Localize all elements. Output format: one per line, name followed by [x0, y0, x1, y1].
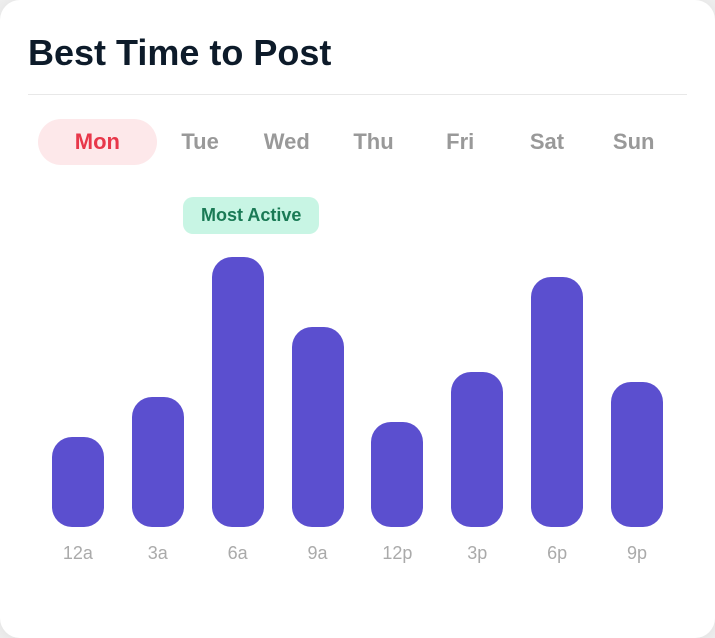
- time-label-6a: 6a: [198, 543, 278, 564]
- bar-3p: [451, 372, 503, 527]
- bar-3a: [132, 397, 184, 527]
- day-item-sat[interactable]: Sat: [504, 129, 591, 155]
- bar-group-6p: [517, 277, 597, 527]
- bar-6p: [531, 277, 583, 527]
- day-item-tue[interactable]: Tue: [157, 129, 244, 155]
- bar-group-3p: [437, 372, 517, 527]
- bar-group-12a: [38, 437, 118, 527]
- bar-9a: [292, 327, 344, 527]
- bar-9p: [611, 382, 663, 527]
- day-item-fri[interactable]: Fri: [417, 129, 504, 155]
- card: Best Time to Post MonTueWedThuFriSatSun …: [0, 0, 715, 638]
- time-labels: 12a3a6a9a12p3p6p9p: [28, 527, 687, 564]
- bar-group-3a: [118, 397, 198, 527]
- bar-group-9a: [278, 327, 358, 527]
- bar-group-12p: [358, 422, 438, 527]
- day-item-mon[interactable]: Mon: [38, 119, 157, 165]
- time-label-9a: 9a: [278, 543, 358, 564]
- time-label-12a: 12a: [38, 543, 118, 564]
- bar-12a: [52, 437, 104, 527]
- time-label-3a: 3a: [118, 543, 198, 564]
- bar-6a: [212, 257, 264, 527]
- bar-group-9p: [597, 382, 677, 527]
- page-title: Best Time to Post: [28, 32, 687, 74]
- bars-container: [28, 207, 687, 527]
- time-label-6p: 6p: [517, 543, 597, 564]
- day-item-wed[interactable]: Wed: [243, 129, 330, 155]
- time-label-9p: 9p: [597, 543, 677, 564]
- bar-12p: [371, 422, 423, 527]
- chart-area: Most Active 12a3a6a9a12p3p6p9p: [28, 197, 687, 610]
- time-label-12p: 12p: [358, 543, 438, 564]
- time-label-3p: 3p: [437, 543, 517, 564]
- days-row: MonTueWedThuFriSatSun: [28, 119, 687, 165]
- bar-group-6a: [198, 257, 278, 527]
- day-item-sun[interactable]: Sun: [590, 129, 677, 155]
- day-item-thu[interactable]: Thu: [330, 129, 417, 155]
- most-active-label: Most Active: [183, 197, 319, 234]
- divider: [28, 94, 687, 95]
